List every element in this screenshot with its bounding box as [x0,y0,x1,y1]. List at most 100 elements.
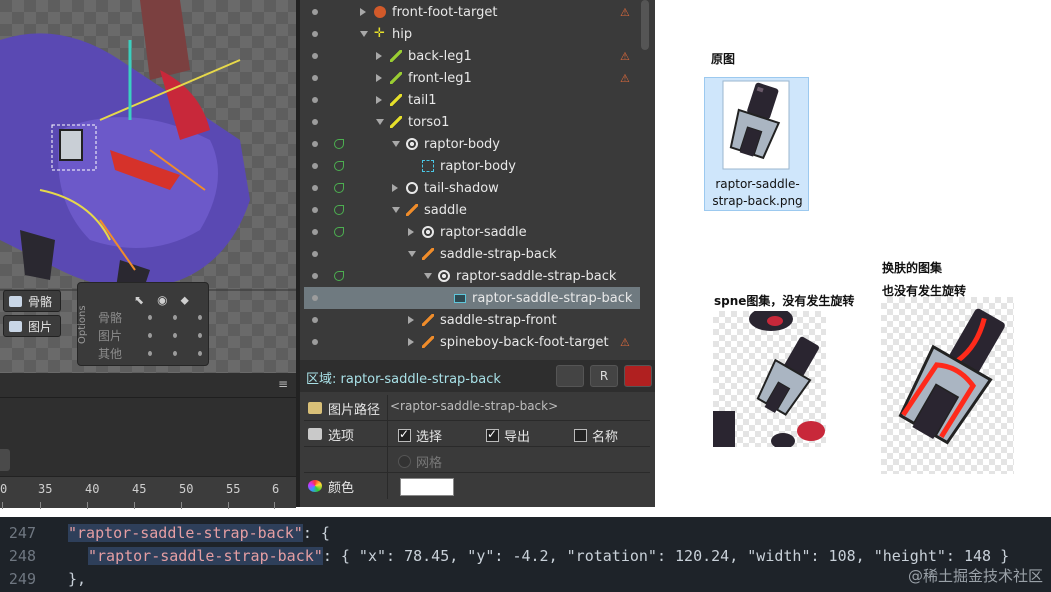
timeline-ruler[interactable]: 0 35 40 45 50 55 6 [0,476,296,509]
visibility-dot[interactable] [312,9,318,15]
timeline-panel: ≡ 0 35 40 45 50 55 6 [0,373,296,509]
skeleton-viewport[interactable]: 骨骼 图片 Options ⬉ ◉ ⬥ 骨骼 图片 其他 [0,0,296,373]
name-checkbox[interactable]: 名称 [574,426,618,445]
chevron-right-icon[interactable] [408,228,414,236]
chevron-down-icon[interactable] [392,141,400,147]
option-toggle[interactable] [197,314,202,320]
warning-icon: ⚠ [620,336,630,349]
tree-row[interactable]: spineboy-back-foot-target ⚠ [304,331,640,353]
tree-scrollbar[interactable] [641,0,649,50]
chevron-right-icon[interactable] [376,74,382,82]
chevron-right-icon[interactable] [392,184,398,192]
menu-icon[interactable]: ≡ [278,377,288,391]
color-swatch[interactable] [400,478,454,496]
export-label: 导出 [504,430,531,445]
chevron-right-icon[interactable] [376,96,382,104]
tree-row[interactable]: raptor-body [304,155,640,177]
tree-row[interactable]: torso1 [304,111,640,133]
chevron-down-icon[interactable] [376,119,384,125]
grid-checkbox[interactable]: 网格 [398,452,442,471]
visibility-dot[interactable] [312,97,318,103]
tree-row[interactable]: saddle-strap-back [304,243,640,265]
tree-row[interactable]: front-leg1 ⚠ [304,67,640,89]
bone-icon [9,295,22,307]
code-text: "raptor-saddle-strap-back": { [40,523,330,542]
images-button[interactable]: 图片 [3,315,61,337]
tree-row[interactable]: raptor-saddle [304,221,640,243]
spine-caption: spne图集，没有发生旋转 [714,294,855,308]
option-toggle[interactable] [147,350,152,356]
option-toggle[interactable] [172,332,177,338]
timeline-tick-label: 40 [85,482,100,496]
visibility-dot[interactable] [312,141,318,147]
tree-row[interactable]: front-foot-target ⚠ [304,1,640,23]
tree-row[interactable]: ✛ hip [304,23,640,45]
visibility-dot[interactable] [312,295,318,301]
timeline-tick-label: 50 [179,482,194,496]
chevron-down-icon[interactable] [424,273,432,279]
tree-row[interactable]: saddle-strap-front [304,309,640,331]
export-checkbox[interactable]: 导出 [486,426,530,445]
tree-row[interactable]: back-leg1 ⚠ [304,45,640,67]
option-toggle[interactable] [197,332,202,338]
image-path-value[interactable]: <raptor-saddle-strap-back> [390,399,558,413]
chevron-right-icon[interactable] [408,338,414,346]
option-toggle[interactable] [147,314,152,320]
name-label: 名称 [592,430,619,445]
tree-row-label: hip [392,26,413,42]
visibility-dot[interactable] [312,251,318,257]
key-icon[interactable] [334,227,344,237]
chevron-down-icon[interactable] [392,207,400,213]
key-icon[interactable] [334,205,344,215]
tree-row[interactable]: raptor-saddle-strap-back [304,265,640,287]
line-number: 248 [8,546,36,565]
copy-icon[interactable] [556,365,584,387]
code-line: 247 "raptor-saddle-strap-back": { [0,521,330,544]
tree-row-label: raptor-body [440,158,516,174]
chevron-right-icon[interactable] [360,8,366,16]
visibility-dot[interactable] [312,207,318,213]
eye-icon[interactable]: ◉ [157,293,167,308]
visibility-dot[interactable] [312,53,318,59]
delete-icon[interactable] [624,365,652,387]
rename-icon[interactable]: R [590,365,618,387]
visibility-dot[interactable] [312,31,318,37]
tree-row[interactable]: raptor-saddle-strap-back [304,287,640,309]
timeline-tick [87,502,88,509]
options-panel: Options ⬉ ◉ ⬥ 骨骼 图片 其他 [77,282,209,366]
pointer-icon[interactable]: ⬉ [134,293,144,308]
key-icon[interactable] [334,271,344,281]
visibility-dot[interactable] [312,75,318,81]
tree-row[interactable]: saddle [304,199,640,221]
image-path-label: 图片路径 [328,402,381,418]
spine-atlas-crop [713,311,826,447]
tag-icon[interactable]: ⬥ [181,293,189,308]
tree-row[interactable]: tail-shadow [304,177,640,199]
chevron-right-icon[interactable] [376,52,382,60]
key-icon[interactable] [334,139,344,149]
option-toggle[interactable] [172,314,177,320]
option-toggle[interactable] [172,350,177,356]
timeline-handle[interactable] [0,449,10,471]
file-thumbnail [722,80,790,170]
key-icon[interactable] [334,161,344,171]
original-file-tile[interactable]: raptor-saddle-strap-back.png [704,77,809,211]
visibility-dot[interactable] [312,273,318,279]
visibility-dot[interactable] [312,229,318,235]
chevron-down-icon[interactable] [360,31,368,37]
option-toggle[interactable] [147,332,152,338]
chevron-down-icon[interactable] [408,251,416,257]
visibility-dot[interactable] [312,339,318,345]
select-checkbox[interactable]: 选择 [398,426,442,445]
option-toggle[interactable] [197,350,202,356]
visibility-dot[interactable] [312,119,318,125]
visibility-dot[interactable] [312,317,318,323]
tree-row[interactable]: tail1 [304,89,640,111]
timeline-tick-label: 35 [38,482,53,496]
bones-button[interactable]: 骨骼 [3,290,61,312]
key-icon[interactable] [334,183,344,193]
visibility-dot[interactable] [312,185,318,191]
visibility-dot[interactable] [312,163,318,169]
tree-row[interactable]: raptor-body [304,133,640,155]
chevron-right-icon[interactable] [408,316,414,324]
